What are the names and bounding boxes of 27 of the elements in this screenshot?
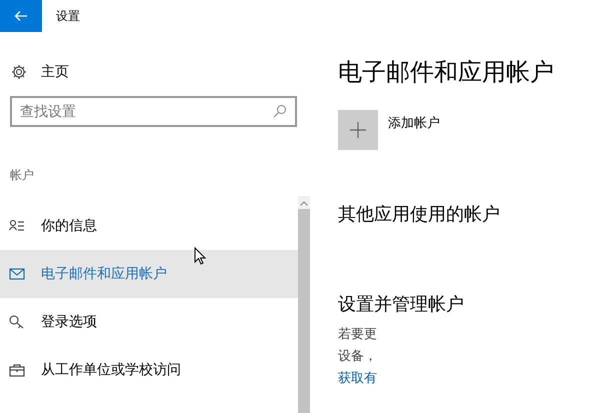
description-text: 若要更	[338, 326, 378, 344]
window-title: 设置	[56, 8, 80, 24]
gear-icon	[11, 64, 27, 80]
briefcase-icon	[9, 363, 25, 377]
description-text: 设备，	[338, 348, 378, 366]
nav-item[interactable]: 登录选项	[0, 298, 298, 346]
home-link[interactable]: 主页	[41, 63, 69, 81]
person-list-icon	[9, 219, 25, 233]
help-link[interactable]: 获取有	[338, 368, 590, 390]
nav-item[interactable]: 电子邮件和应用帐户	[0, 250, 298, 298]
nav-item[interactable]: 你的信息	[0, 202, 298, 250]
mouse-cursor-icon	[194, 247, 206, 265]
plus-icon	[350, 122, 366, 138]
search-icon	[273, 104, 287, 118]
back-button[interactable]	[0, 0, 42, 32]
mail-icon	[9, 267, 25, 281]
page-title: 电子邮件和应用帐户	[338, 57, 555, 88]
section-heading: 其他应用使用的帐户	[338, 203, 501, 226]
search-field[interactable]: 查找设置	[10, 96, 297, 127]
nav-item[interactable]: 从工作单位或学校访问	[0, 346, 298, 394]
add-account-button[interactable]	[338, 110, 378, 150]
back-arrow-icon	[14, 10, 28, 22]
key-icon	[9, 315, 25, 329]
section-heading: 设置并管理帐户	[338, 293, 465, 316]
section-label: 帐户	[10, 167, 35, 184]
add-account-label[interactable]: 添加帐户	[388, 114, 440, 132]
scroll-up-icon	[300, 201, 308, 206]
